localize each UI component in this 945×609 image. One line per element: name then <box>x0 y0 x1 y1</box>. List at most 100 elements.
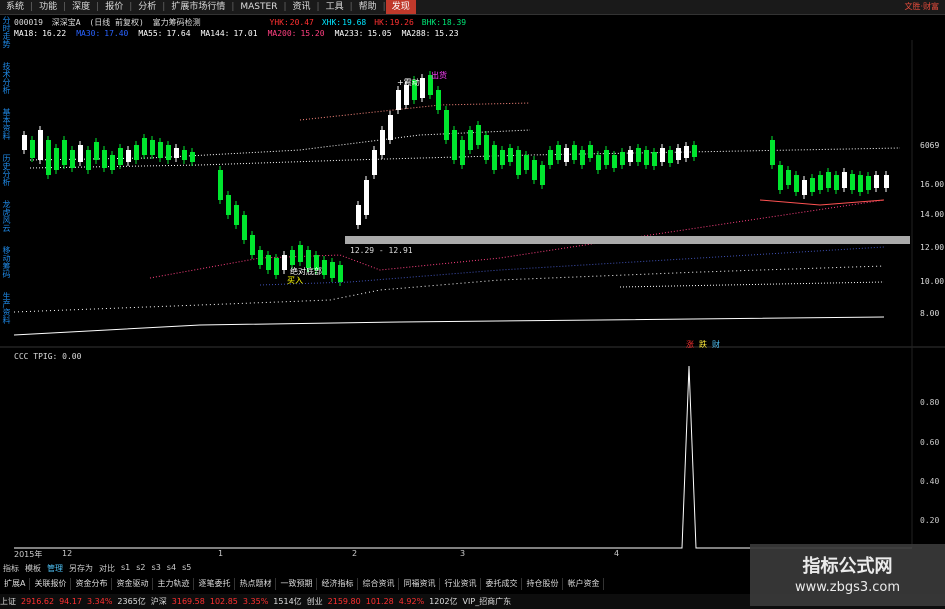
bottom-tab-2[interactable]: 资金分布 <box>71 578 113 590</box>
sub-chart-icons[interactable]: 涨跌财 <box>686 339 725 350</box>
toolbar-item-5[interactable]: s1 <box>118 563 133 575</box>
bottom-tab-0[interactable]: 扩展A <box>0 578 31 590</box>
status-item: 101.28 <box>365 597 394 606</box>
time-tick: 2015年 <box>14 550 43 559</box>
candle-body <box>794 175 799 192</box>
toolbar-item-1[interactable]: 模板 <box>22 563 44 575</box>
toolbar-item-9[interactable]: s5 <box>179 563 194 575</box>
candle-body <box>858 175 863 192</box>
status-item: 2365亿 <box>117 597 146 606</box>
time-tick: 3 <box>460 549 466 558</box>
price-tick: 14.00 <box>920 210 945 219</box>
price-tick: 10.00 <box>920 277 945 286</box>
bottom-tab-8[interactable]: 经济指标 <box>317 578 359 590</box>
toolbar-item-6[interactable]: s2 <box>133 563 148 575</box>
sub-chart-line <box>14 365 912 549</box>
bottom-tab-13[interactable]: 持仓股份 <box>522 578 564 590</box>
sub-chart-icon-2[interactable]: 财 <box>712 340 720 349</box>
ma-line-mid <box>13 265 885 313</box>
candle-body <box>330 262 335 278</box>
status-item: 沪深 <box>150 597 167 606</box>
candle-body <box>818 175 823 190</box>
sub-chart-icon-1[interactable]: 跌 <box>699 340 707 349</box>
bottom-tab-5[interactable]: 逐笔委托 <box>194 578 236 590</box>
ma-line-long <box>13 316 885 336</box>
candle-body <box>190 152 195 162</box>
note-sell: 出货 <box>431 71 447 80</box>
toolbar-item-3[interactable]: 另存为 <box>66 563 96 575</box>
candle-body <box>580 150 585 165</box>
candle-body <box>460 140 465 165</box>
candle-body <box>644 150 649 165</box>
sub-chart-icon-0[interactable]: 涨 <box>686 340 694 349</box>
candle-body <box>668 150 673 163</box>
candle-body <box>226 195 231 215</box>
candle-body <box>596 155 601 170</box>
time-tick: 12 <box>62 549 73 558</box>
candle-body <box>218 170 223 200</box>
toolbar-item-7[interactable]: s3 <box>149 563 164 575</box>
candle-body <box>118 148 123 165</box>
candle-body <box>46 140 51 175</box>
bottom-tab-1[interactable]: 关联报价 <box>30 578 72 590</box>
candle-body <box>572 145 577 160</box>
bottom-tab-10[interactable]: 同福资讯 <box>399 578 441 590</box>
candle-body <box>338 265 343 282</box>
candle-body <box>94 142 99 160</box>
bottom-tab-9[interactable]: 综合资讯 <box>358 578 400 590</box>
toolbar-item-8[interactable]: s4 <box>164 563 179 575</box>
candle-body <box>556 145 561 160</box>
bottom-tab-4[interactable]: 主力轨迹 <box>153 578 195 590</box>
bottom-tab-14[interactable]: 帐户资金 <box>563 578 605 590</box>
candle-body <box>826 172 831 188</box>
candle-body <box>770 140 775 165</box>
candle-body <box>364 180 369 215</box>
watermark: 指标公式网 www.zbgs3.com <box>750 544 945 606</box>
candle-body <box>884 175 889 188</box>
candle-body <box>564 148 569 162</box>
toolbar-item-2[interactable]: 管理 <box>44 563 66 575</box>
candle-body <box>866 176 871 190</box>
status-item: 1514亿 <box>273 597 302 606</box>
candle-body <box>524 155 529 170</box>
time-tick: 4 <box>614 549 620 558</box>
candle-body <box>778 165 783 190</box>
candle-body <box>372 150 377 175</box>
status-item: 94.17 <box>59 597 82 606</box>
candle-body <box>78 145 83 162</box>
candle-body <box>404 85 409 105</box>
candle-body <box>134 145 139 160</box>
candle-body <box>242 215 247 240</box>
sub-chart-title: CCC TPIG: 0.00 <box>14 352 82 361</box>
candle-body <box>234 205 239 225</box>
candle-body <box>38 130 43 160</box>
candle-body <box>290 250 295 265</box>
status-item: 1202亿 <box>429 597 458 606</box>
bottom-tab-12[interactable]: 委托成交 <box>481 578 523 590</box>
candle-body <box>30 140 35 158</box>
candle-body <box>150 140 155 155</box>
candle-body <box>110 155 115 170</box>
candle-body <box>158 142 163 158</box>
candle-body <box>604 150 609 165</box>
candle-body <box>636 148 641 162</box>
range-label: 12.29 - 12.91 <box>350 246 413 255</box>
price-tick: 8.00 <box>920 309 940 318</box>
bottom-tab-7[interactable]: 一致预期 <box>276 578 318 590</box>
toolbar-item-4[interactable]: 对比 <box>96 563 118 575</box>
candle-body <box>508 148 513 162</box>
price-chart[interactable] <box>0 0 945 609</box>
time-tick: 1 <box>218 549 224 558</box>
bottom-tab-11[interactable]: 行业资讯 <box>440 578 482 590</box>
status-item: 2159.80 <box>327 597 361 606</box>
candle-body <box>516 150 521 175</box>
bottom-tab-3[interactable]: 资金驱动 <box>112 578 154 590</box>
status-item: 2916.62 <box>21 597 55 606</box>
candle-body <box>420 78 425 98</box>
candle-body <box>266 255 271 270</box>
candle-body <box>588 145 593 158</box>
toolbar-item-0[interactable]: 指标 <box>0 563 22 575</box>
status-item: 3169.58 <box>171 597 205 606</box>
bottom-tab-6[interactable]: 热点题材 <box>235 578 277 590</box>
candle-body <box>396 90 401 110</box>
